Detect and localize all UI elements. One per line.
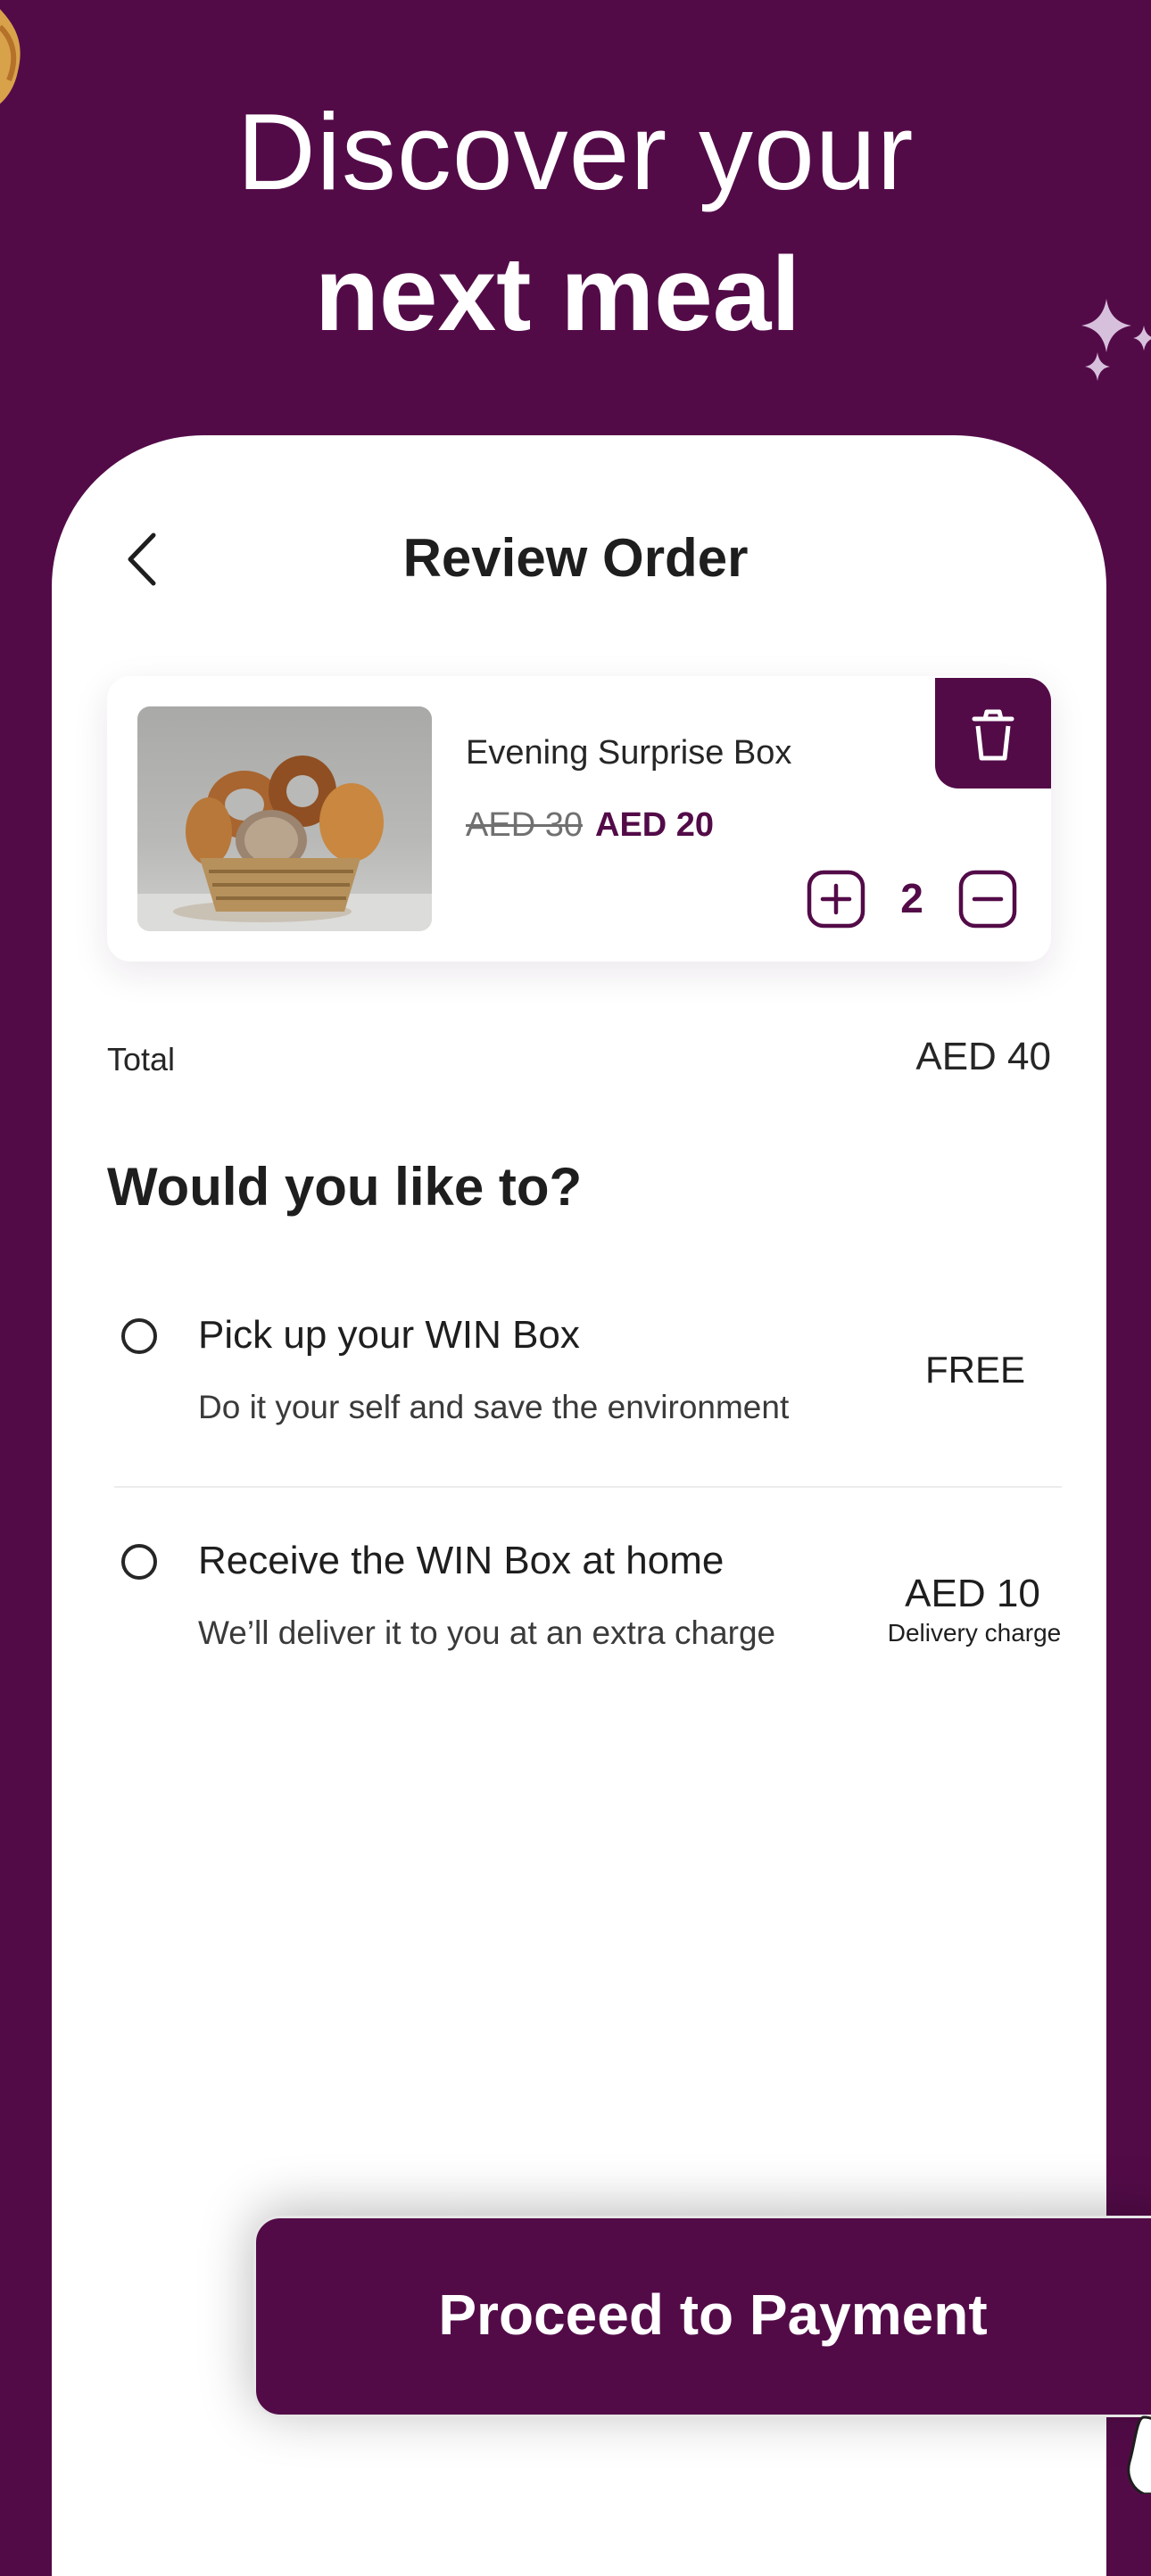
pickup-option-subtitle: Do it your self and save the environment: [198, 1389, 790, 1425]
total-label: Total: [107, 1041, 176, 1077]
proceed-to-payment-label[interactable]: Proceed to Payment: [253, 2282, 1151, 2348]
original-price: AED 30: [466, 806, 583, 844]
hero-headline-line1: Discover your: [236, 91, 915, 212]
quantity-value: 2: [900, 875, 923, 921]
home-delivery-option-title[interactable]: Receive the WIN Box at home: [198, 1539, 724, 1583]
product-name: Evening Surprise Box: [466, 734, 792, 772]
sparkle-icon: [1080, 299, 1151, 388]
plus-icon: [807, 870, 865, 929]
increase-quantity-button[interactable]: [807, 870, 865, 929]
hero-headline-line2: next meal: [314, 235, 801, 353]
delivery-charge-note: Delivery charge: [887, 1619, 1062, 1647]
total-value: AED 40: [915, 1035, 1051, 1078]
pickup-option-title[interactable]: Pick up your WIN Box: [198, 1313, 580, 1358]
home-delivery-option-price: AED 10: [905, 1572, 1040, 1615]
pointing-hand-icon: [1117, 2408, 1151, 2496]
product-image: [137, 706, 432, 931]
discounted-price: AED 20: [595, 806, 715, 844]
minus-icon: [958, 870, 1017, 929]
delete-item-button[interactable]: [935, 678, 1051, 788]
pickup-radio[interactable]: [121, 1318, 157, 1354]
options-divider: [114, 1486, 1062, 1488]
decrease-quantity-button[interactable]: [958, 870, 1017, 929]
delivery-options-heading: Would you like to?: [107, 1157, 583, 1217]
home-delivery-option-subtitle: We’ll deliver it to you at an extra char…: [198, 1614, 776, 1651]
home-delivery-radio[interactable]: [121, 1544, 157, 1580]
pickup-option-price: FREE: [924, 1349, 1025, 1391]
page-title: Review Order: [402, 528, 749, 588]
trash-icon: [972, 709, 1014, 761]
